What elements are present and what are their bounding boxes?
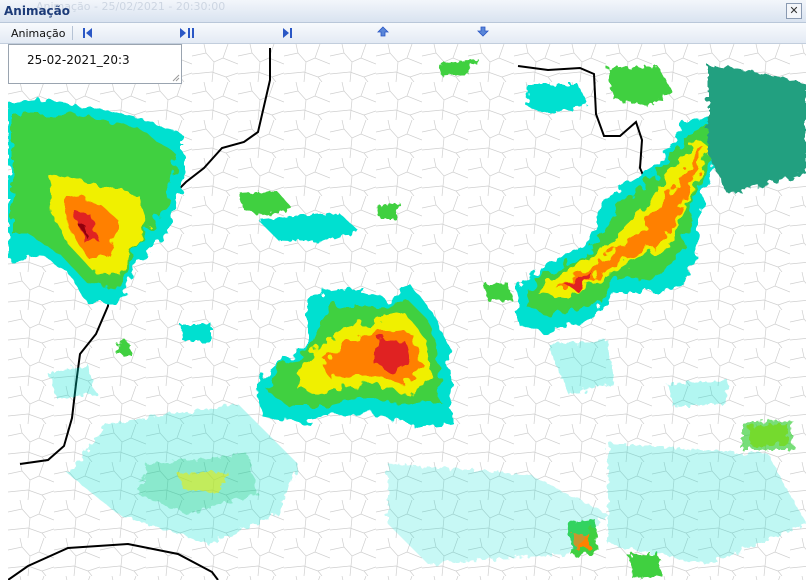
animation-toolbar: Animação: [0, 23, 806, 44]
arrow-up-icon: [377, 26, 389, 37]
arrow-down-icon: [477, 26, 489, 37]
timestamp-value: 25-02-2021_20:3: [27, 53, 130, 67]
animation-window: Animação - 25/02/2021 - 20:30:00 Animaçã…: [0, 0, 806, 580]
play-pause-button[interactable]: [178, 25, 198, 41]
play-pause-icon: [180, 28, 194, 38]
window-title: Animação: [4, 4, 70, 18]
speed-down-button[interactable]: [476, 25, 490, 41]
weather-radar-map: [8, 44, 806, 580]
close-button[interactable]: ✕: [786, 3, 802, 19]
title-bar[interactable]: Animação - 25/02/2021 - 20:30:00 Animaçã…: [0, 0, 806, 23]
timestamp-field[interactable]: 25-02-2021_20:3: [8, 44, 182, 84]
skip-to-start-icon: [83, 28, 92, 38]
toolbar-separator: [72, 26, 73, 40]
radar-map[interactable]: [8, 44, 806, 580]
step-forward-icon: [283, 28, 292, 38]
speed-up-button[interactable]: [376, 25, 390, 41]
next-frame-button[interactable]: [280, 25, 296, 41]
first-frame-button[interactable]: [80, 25, 96, 41]
resize-grip-icon[interactable]: [172, 74, 180, 82]
toolbar-label: Animação: [11, 27, 66, 40]
